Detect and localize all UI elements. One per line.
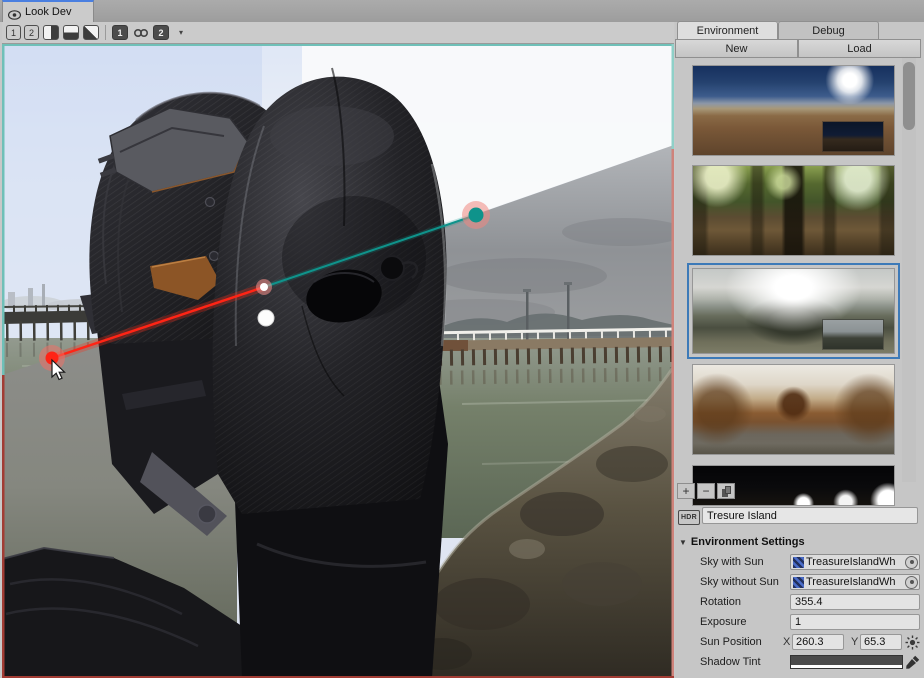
rotation-field[interactable] [790,594,920,610]
lookdev-window-tab[interactable]: Look Dev [2,0,94,22]
environment-1-badge[interactable]: 1 [112,25,128,40]
scrollbar-thumb[interactable] [903,62,915,130]
load-library-button[interactable]: Load [798,39,921,58]
thumbnail-scrollbar[interactable] [902,58,916,482]
library-buttons: New Load [675,39,921,58]
duplicate-icon [722,486,731,497]
cloud-shadow [437,258,607,294]
remove-environment-button[interactable]: − [697,483,715,499]
row-sun-position: Sun Position X Y [675,633,924,653]
field-label: Shadow Tint [700,656,761,668]
field-label: Rotation [700,596,741,608]
side-by-side-view-button[interactable] [43,25,59,40]
object-picker-icon[interactable] [905,556,918,569]
field-label: Sun Position [700,636,762,648]
hdri-thumbnail-church[interactable] [693,365,894,454]
single-view-1-button[interactable]: 1 [6,25,21,40]
row-rotation: Rotation [675,593,924,613]
tab-environment[interactable]: Environment [677,21,778,39]
environment-name-field[interactable] [702,507,918,524]
hdri-thumbnail-selected-frame [687,263,900,359]
gizmo-anchor-dot [258,310,274,326]
eye-icon [8,7,21,17]
toolbar-dropdown-icon[interactable]: ▾ [174,25,188,40]
object-name: TreasureIslandWh [806,576,905,588]
split-view-button[interactable] [63,25,79,40]
hdri-thumbnail-treasure-island[interactable] [693,269,894,353]
x-axis-label: X [783,636,790,648]
exposure-field[interactable] [790,614,920,630]
object-picker-icon[interactable] [905,576,918,589]
link-environments-icon[interactable] [132,25,150,40]
add-environment-button[interactable]: + [677,483,695,499]
eyedropper-icon[interactable] [905,655,920,670]
field-label: Sky without Sun [700,576,779,588]
environment-2-badge[interactable]: 2 [153,25,169,40]
shadow-tint-color-swatch[interactable] [790,655,903,669]
row-sky-without-sun: Sky without Sun TreasureIslandWh [675,573,924,593]
render-scene: ADV. 2770 [2,44,674,678]
texture-icon [793,557,804,568]
sun-y-field[interactable] [860,634,902,650]
hdri-inset-preview [823,122,883,151]
texture-icon [793,577,804,588]
environment-panel: Environment Debug New Load + − HDR ▼ Env… [675,0,924,678]
single-view-2-button[interactable]: 2 [24,25,39,40]
gizmo-sun-handle[interactable] [469,208,484,223]
field-label: Exposure [700,616,746,628]
sun-x-field[interactable] [792,634,844,650]
new-library-button[interactable]: New [675,39,798,58]
lookdev-toolbar: 1 2 1 2 ▾ [2,22,674,44]
hdri-inset-preview [823,320,883,349]
row-shadow-tint: Shadow Tint [675,653,924,673]
object-name: TreasureIslandWh [806,556,905,568]
gizmo-mid-handle[interactable] [260,283,268,291]
lookdev-viewport[interactable]: ADV. 2770 [2,44,674,678]
window-title: Look Dev [25,6,71,18]
panel-tabs: Environment Debug [677,21,879,39]
toolbar-separator [105,25,106,40]
hdri-thumbnail-sunny-field[interactable] [693,66,894,155]
row-sky-with-sun: Sky with Sun TreasureIslandWh [675,553,924,573]
zone-view-button[interactable] [83,25,99,40]
panel-titlebar-strip [675,0,924,22]
sky-with-sun-object-field[interactable]: TreasureIslandWh [790,554,920,570]
hdri-thumbnail-forest[interactable] [693,166,894,255]
hdr-badge: HDR [678,510,700,525]
sky-without-sun-object-field[interactable]: TreasureIslandWh [790,574,920,590]
tab-debug[interactable]: Debug [778,21,879,39]
sun-icon[interactable] [905,635,920,650]
row-exposure: Exposure [675,613,924,633]
field-label: Sky with Sun [700,556,764,568]
duplicate-environment-button[interactable] [717,483,735,499]
environment-settings-header[interactable]: ▼ Environment Settings [679,536,805,548]
y-axis-label: Y [851,636,858,648]
foldout-arrow-icon[interactable]: ▼ [679,538,687,547]
